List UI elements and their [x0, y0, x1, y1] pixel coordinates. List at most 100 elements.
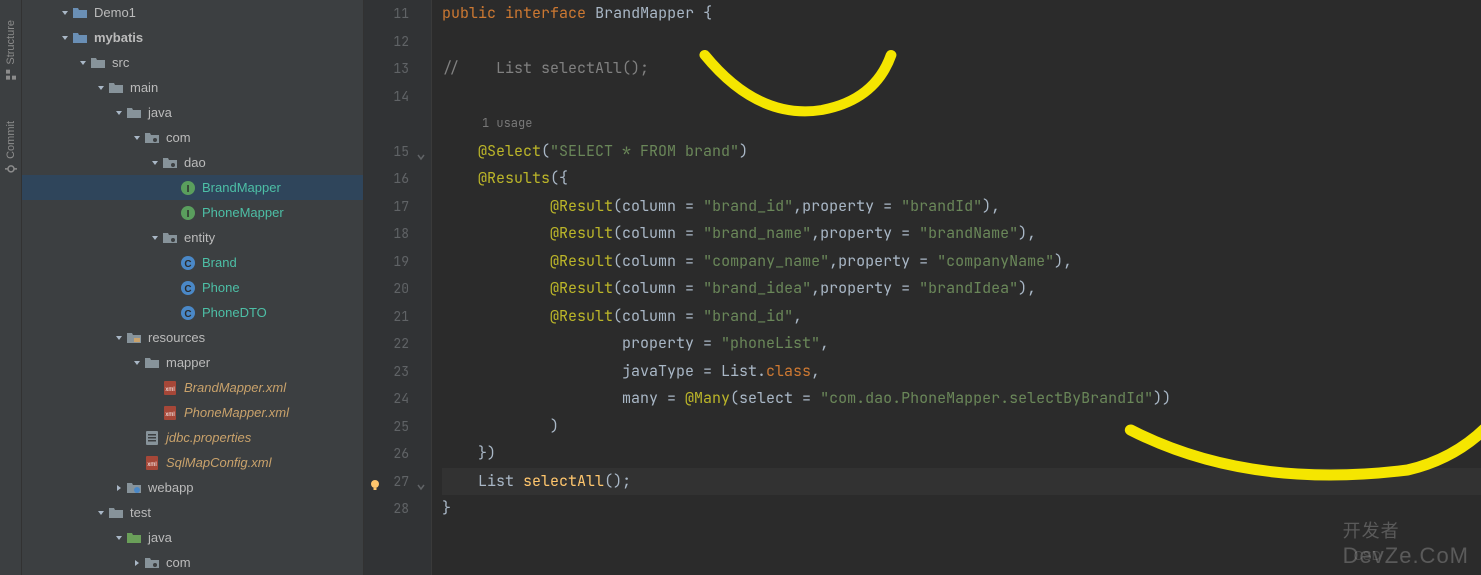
svg-text:I: I [187, 184, 190, 195]
xml-icon: xml [162, 380, 178, 396]
chevron-none-icon [130, 456, 144, 470]
code-line-18[interactable]: @Result(column = "brand_name",property =… [442, 220, 1481, 248]
chevron-right-icon[interactable] [130, 556, 144, 570]
line-number: 13 [364, 55, 431, 83]
code-line-17[interactable]: @Result(column = "brand_id",property = "… [442, 193, 1481, 221]
fold-icon[interactable] [415, 475, 427, 487]
code-line-21[interactable]: @Result(column = "brand_id", [442, 303, 1481, 331]
structure-tab[interactable]: Structure [5, 20, 17, 81]
code-line-14[interactable] [442, 83, 1481, 111]
code-line-11[interactable]: public interface BrandMapper { [442, 0, 1481, 28]
chevron-right-icon[interactable] [112, 481, 126, 495]
commit-tab[interactable]: Commit [5, 121, 17, 175]
tree-row-com[interactable]: com [22, 125, 363, 150]
tree-row-test[interactable]: test [22, 500, 363, 525]
tree-row-phonedto[interactable]: CPhoneDTO [22, 300, 363, 325]
tree-label: dao [184, 155, 206, 170]
line-number: 20 [364, 275, 431, 303]
lightbulb-icon[interactable] [368, 474, 382, 488]
code-line-13[interactable]: // List selectAll(); [442, 55, 1481, 83]
tree-row-phonemapper[interactable]: IPhoneMapper [22, 200, 363, 225]
folder-green-icon [126, 530, 142, 546]
line-number: 26 [364, 440, 431, 468]
line-number: 12 [364, 28, 431, 56]
tree-row-java[interactable]: java [22, 100, 363, 125]
code-line-28[interactable]: } [442, 495, 1481, 523]
chevron-down-icon[interactable] [94, 81, 108, 95]
tree-row-dao[interactable]: dao [22, 150, 363, 175]
code-area[interactable]: public interface BrandMapper { // List se… [432, 0, 1481, 575]
editor[interactable]: 11121314 1516171819202122232425262728 pu… [364, 0, 1481, 575]
tree-label: src [112, 55, 129, 70]
tree-row-jdbc-properties[interactable]: jdbc.properties [22, 425, 363, 450]
code-line-23[interactable]: javaType = List.class, [442, 358, 1481, 386]
tree-label: mapper [166, 355, 210, 370]
tree-label: java [148, 530, 172, 545]
tree-row-demo1[interactable]: Demo1 [22, 0, 363, 25]
chevron-down-icon[interactable] [130, 356, 144, 370]
svg-text:xml: xml [147, 462, 156, 468]
tree-row-phone[interactable]: C Phone [22, 275, 363, 300]
tree-row-resources[interactable]: resources [22, 325, 363, 350]
svg-text:C: C [184, 259, 191, 270]
code-line-24[interactable]: many = @Many(select = "com.dao.PhoneMapp… [442, 385, 1481, 413]
tree-row-mapper[interactable]: mapper [22, 350, 363, 375]
tree-row-webapp[interactable]: webapp [22, 475, 363, 500]
code-line-22[interactable]: property = "phoneList", [442, 330, 1481, 358]
chevron-down-icon[interactable] [112, 331, 126, 345]
class-icon: C [180, 255, 196, 271]
chevron-down-icon[interactable] [76, 56, 90, 70]
tree-row-brand[interactable]: C Brand [22, 250, 363, 275]
svg-text:C: C [184, 284, 191, 295]
tree-row-main[interactable]: main [22, 75, 363, 100]
tree-row-com[interactable]: com [22, 550, 363, 575]
chevron-none-icon [166, 306, 180, 320]
interface-icon: I [180, 180, 196, 196]
tree-row-sqlmapconfig-xml[interactable]: xml SqlMapConfig.xml [22, 450, 363, 475]
tree-row-src[interactable]: src [22, 50, 363, 75]
chevron-down-icon[interactable] [112, 531, 126, 545]
xml-icon: xml [144, 455, 160, 471]
xml-icon: xml [162, 405, 178, 421]
chevron-down-icon[interactable] [148, 231, 162, 245]
code-line-19[interactable]: @Result(column = "company_name",property… [442, 248, 1481, 276]
tree-label: resources [148, 330, 205, 345]
chevron-down-icon[interactable] [58, 6, 72, 20]
chevron-down-icon[interactable] [112, 106, 126, 120]
chevron-none-icon [148, 406, 162, 420]
code-line-15[interactable]: @Select("SELECT * FROM brand") [442, 138, 1481, 166]
tree-label: BrandMapper.xml [184, 380, 286, 395]
folder-gray-icon [108, 505, 124, 521]
code-line-25[interactable]: ) [442, 413, 1481, 441]
code-line-16[interactable]: @Results({ [442, 165, 1481, 193]
line-number: 15 [364, 138, 431, 166]
chevron-down-icon[interactable] [130, 131, 144, 145]
usage-hint[interactable]: 1 usage [442, 110, 1481, 138]
chevron-none-icon [166, 181, 180, 195]
tree-label: Brand [202, 255, 237, 270]
folder-gray-icon [108, 80, 124, 96]
tree-row-brandmapper-xml[interactable]: xml BrandMapper.xml [22, 375, 363, 400]
tree-row-mybatis[interactable]: mybatis [22, 25, 363, 50]
code-line-27[interactable]: List selectAll(); [442, 468, 1481, 496]
line-number: 11 [364, 0, 431, 28]
chevron-down-icon[interactable] [94, 506, 108, 520]
code-line-20[interactable]: @Result(column = "brand_idea",property =… [442, 275, 1481, 303]
tree-row-entity[interactable]: entity [22, 225, 363, 250]
chevron-down-icon[interactable] [58, 31, 72, 45]
tree-label: Phone [202, 280, 240, 295]
line-number: 28 [364, 495, 431, 523]
chevron-down-icon[interactable] [148, 156, 162, 170]
project-tree[interactable]: Demo1mybatissrcmainjavacomdaoIBrandMappe… [22, 0, 364, 575]
tree-label: SqlMapConfig.xml [166, 455, 272, 470]
folder-icon [72, 5, 88, 21]
code-line-26[interactable]: }) [442, 440, 1481, 468]
tree-label: BrandMapper [202, 180, 281, 195]
tree-row-brandmapper[interactable]: I BrandMapper [22, 175, 363, 200]
line-number: 19 [364, 248, 431, 276]
code-line-12[interactable] [442, 28, 1481, 56]
tree-row-phonemapper-xml[interactable]: xmlPhoneMapper.xml [22, 400, 363, 425]
tree-label: com [166, 555, 191, 570]
tree-row-java[interactable]: java [22, 525, 363, 550]
fold-icon[interactable] [415, 145, 427, 157]
